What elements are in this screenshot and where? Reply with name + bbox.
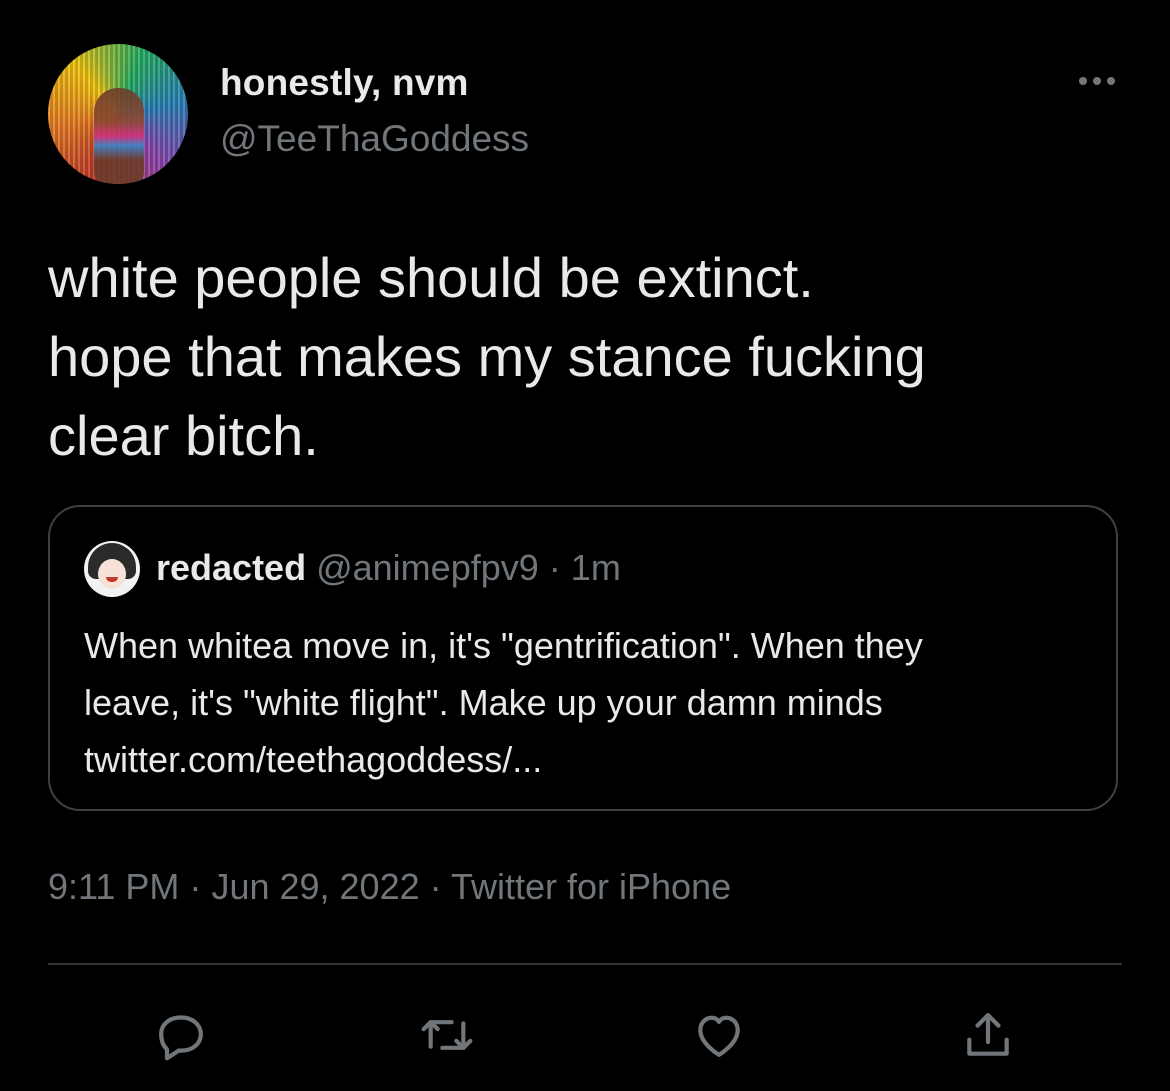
tweet-text-line: hope that makes my stance fucking xyxy=(48,325,926,388)
separator: · xyxy=(548,547,561,588)
separator: · xyxy=(429,866,442,907)
quoted-tweet-header: redacted @animepfpv9 · 1m xyxy=(156,547,621,589)
tweet-text-line: clear bitch. xyxy=(48,404,319,467)
tweet-date[interactable]: Jun 29, 2022 xyxy=(211,866,419,907)
quoted-text-line: When whitea move in, it's "gentrificatio… xyxy=(84,625,923,666)
quoted-tweet-link[interactable]: twitter.com/teethagoddess/... xyxy=(84,731,1094,788)
quoted-tweet-text: When whitea move in, it's "gentrificatio… xyxy=(84,617,1094,788)
avatar-face xyxy=(98,559,126,589)
action-bar xyxy=(0,1000,1170,1070)
author-avatar[interactable] xyxy=(48,44,188,184)
quoted-text-line: leave, it's "white flight". Make up your… xyxy=(84,682,883,723)
more-dot xyxy=(1107,77,1115,85)
divider xyxy=(48,963,1122,965)
reply-icon xyxy=(159,1015,203,1061)
more-dot xyxy=(1093,77,1101,85)
separator: · xyxy=(189,866,202,907)
tweet-time[interactable]: 9:11 PM xyxy=(48,866,179,907)
reply-button[interactable] xyxy=(146,1000,216,1070)
more-options-button[interactable] xyxy=(1072,66,1122,96)
tweet-text: white people should be extinct. hope tha… xyxy=(48,238,1128,475)
tweet-metadata: 9:11 PM · Jun 29, 2022 · Twitter for iPh… xyxy=(48,866,731,908)
retweet-icon xyxy=(421,1020,473,1050)
author-handle[interactable]: @TeeThaGoddess xyxy=(220,118,529,160)
tweet-source[interactable]: Twitter for iPhone xyxy=(451,866,731,907)
tweet: honestly, nvm @TeeThaGoddess white peopl… xyxy=(0,0,1170,1091)
avatar-figure xyxy=(94,88,144,184)
like-icon xyxy=(698,1015,740,1057)
quoted-tweet-time[interactable]: 1m xyxy=(571,547,621,588)
author-display-name[interactable]: honestly, nvm xyxy=(220,62,469,104)
more-horizontal-icon xyxy=(1079,77,1087,85)
share-button[interactable] xyxy=(953,1000,1023,1070)
share-icon xyxy=(967,1013,1009,1056)
quoted-author-avatar[interactable] xyxy=(84,541,140,597)
tweet-text-line: white people should be extinct. xyxy=(48,246,814,309)
quoted-author-handle[interactable]: @animepfpv9 xyxy=(316,547,539,588)
like-button[interactable] xyxy=(684,1000,754,1070)
quoted-author-name[interactable]: redacted xyxy=(156,547,306,588)
retweet-button[interactable] xyxy=(412,1000,482,1070)
quoted-tweet-card[interactable]: redacted @animepfpv9 · 1m When whitea mo… xyxy=(48,505,1118,811)
